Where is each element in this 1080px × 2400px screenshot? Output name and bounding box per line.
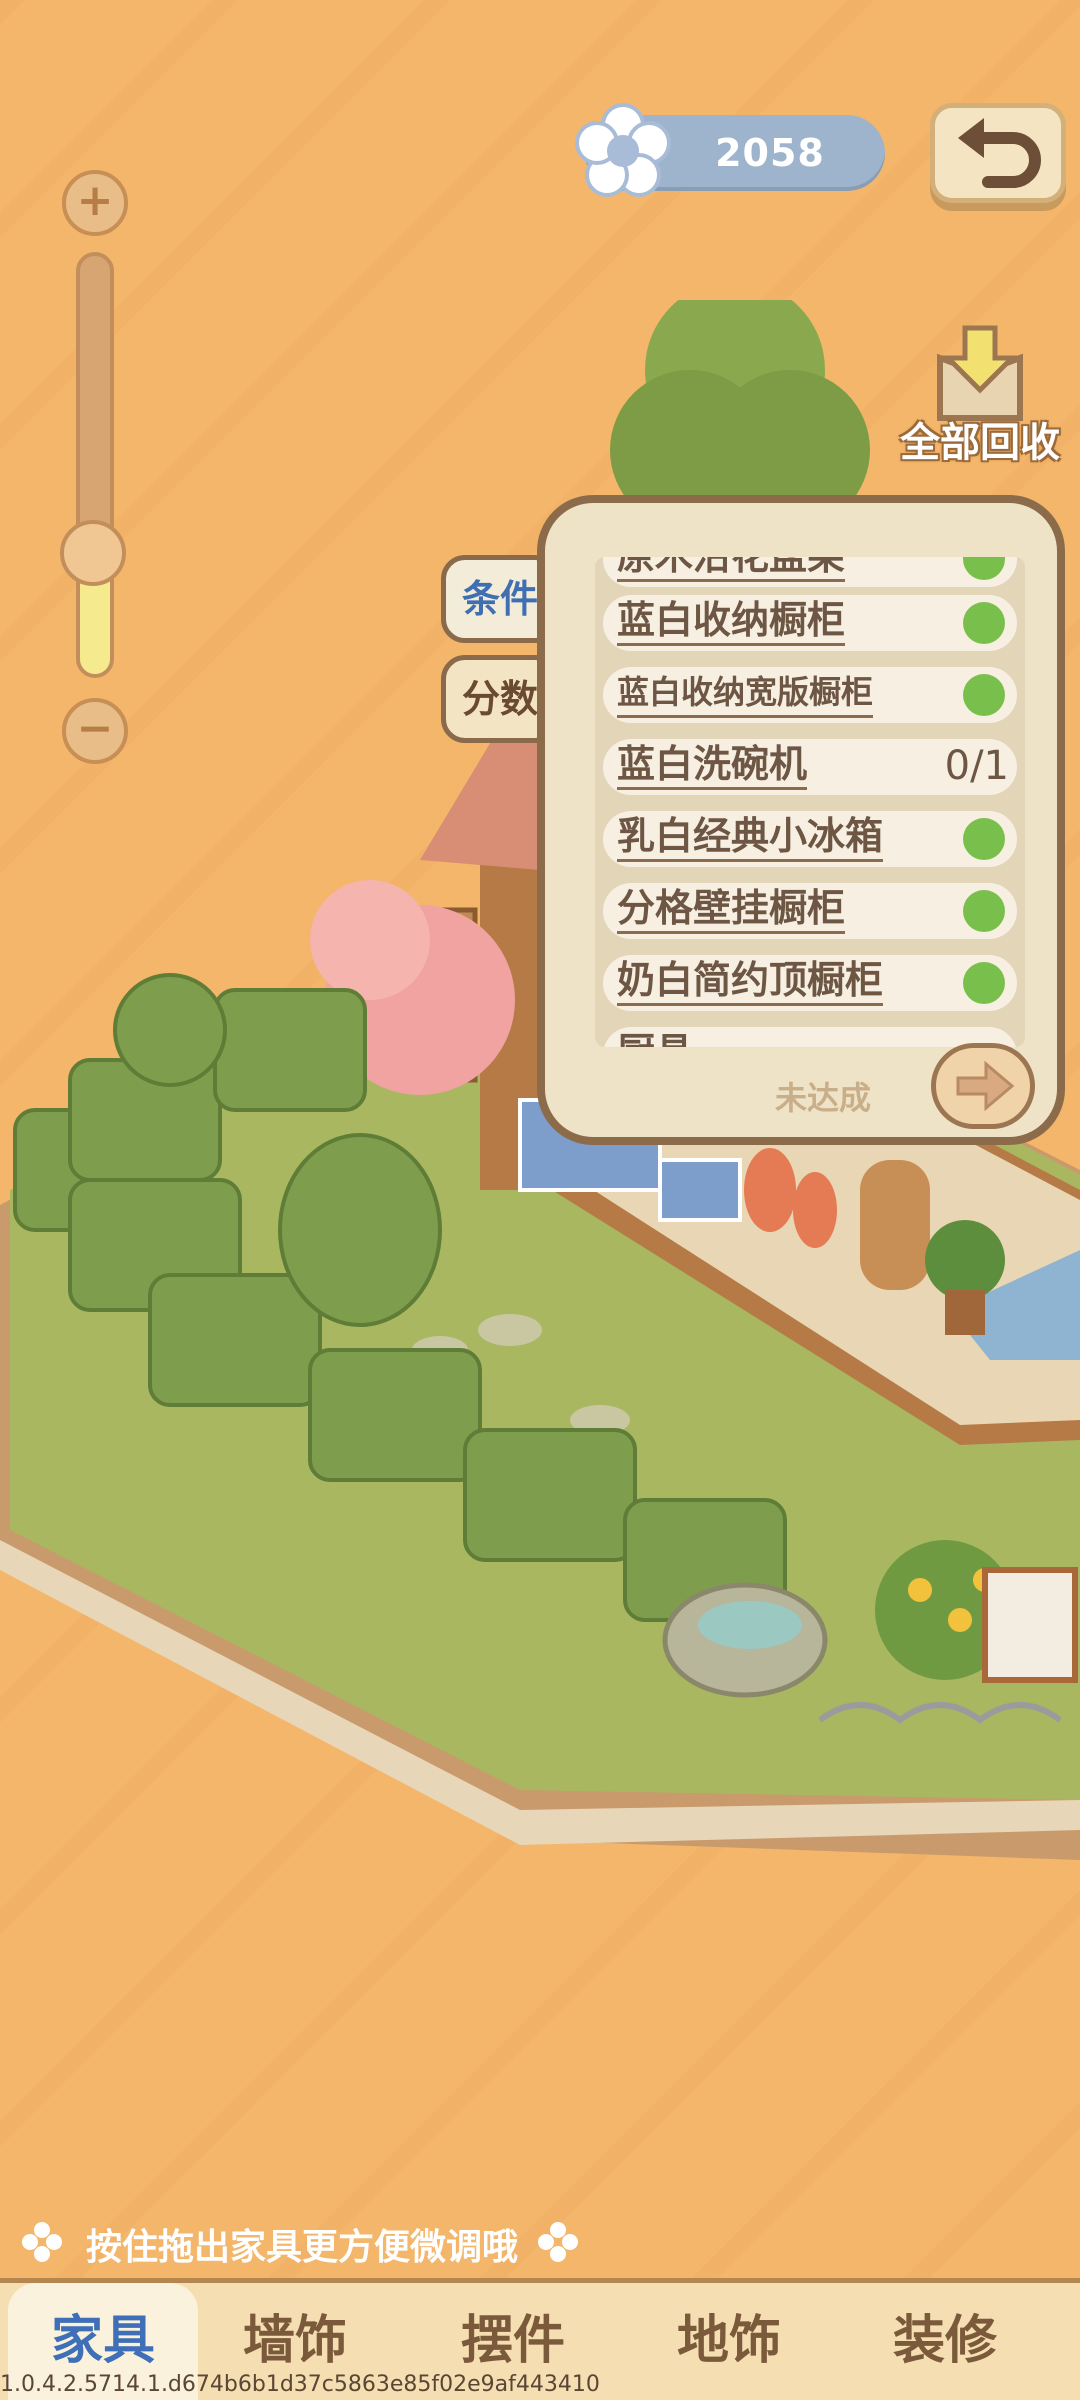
list-item: 分格壁挂橱柜 (603, 883, 1017, 939)
version-string: 1.0.4.2.5714.1.d674b6b1d37c5863e85f02e9a… (0, 2372, 600, 2397)
item-name: 蓝白收纳橱柜 (617, 597, 846, 646)
list-item: 奶白简约顶橱柜 (603, 955, 1017, 1011)
zoom-in-button[interactable]: + (62, 170, 128, 236)
list-item: 蓝白洗碗机 0/1 (603, 739, 1017, 795)
tab-renovation[interactable]: 装修 (850, 2283, 1040, 2400)
clover-icon (538, 2222, 578, 2262)
hedge (463, 1428, 637, 1562)
plant-pot (945, 1290, 985, 1335)
check-icon (963, 890, 1005, 932)
hint-text: 按住拖出家具更方便微调哦 (86, 2227, 519, 2268)
hedge (213, 988, 367, 1112)
tab-floor-decor-label: 地饰 (676, 2311, 781, 2371)
list-item: 原木沿花盆架 (603, 557, 1017, 587)
dog-topiary (278, 1133, 442, 1327)
wardrobe (860, 1160, 930, 1290)
item-name: 原木沿花盆架 (617, 557, 846, 582)
tab-renovation-label: 装修 (892, 2311, 997, 2371)
recycle-all-label: 全部回收 (900, 420, 1060, 466)
flower (908, 1578, 932, 1602)
minus-icon: − (76, 703, 114, 754)
koi-lamp (744, 1148, 796, 1232)
list-item: 蓝白收纳宽版橱柜 (603, 667, 1017, 723)
conditions-panel: 原木沿花盆架 蓝白收纳橱柜 蓝白收纳宽版橱柜 蓝白洗碗机 0/1 乳白经典小冰箱… (537, 495, 1065, 1145)
well-water (698, 1601, 802, 1649)
item-name: 厨具 (617, 1029, 693, 1047)
tab-furniture-label: 家具 (50, 2311, 155, 2371)
check-icon (963, 962, 1005, 1004)
list-item: 厨具 (603, 1027, 1017, 1047)
item-name: 奶白简约顶橱柜 (617, 957, 884, 1006)
item-progress: 0/1 (944, 743, 1009, 789)
zoom-out-button[interactable]: − (62, 698, 128, 764)
tab-floor-decor[interactable]: 地饰 (634, 2283, 824, 2400)
flower-icon (575, 103, 671, 197)
zoom-slider-thumb[interactable] (60, 520, 126, 586)
tab-conditions-label: 条件 (461, 577, 538, 621)
tab-score-label: 分数 (461, 677, 538, 721)
list-item: 乳白经典小冰箱 (603, 811, 1017, 867)
check-icon (963, 602, 1005, 644)
recycle-all-button[interactable]: 全部回收 (880, 318, 1080, 468)
potted-plant (925, 1220, 1005, 1300)
currency-display: 2058 (575, 103, 885, 197)
tab-wall-decor-label: 墙饰 (242, 2311, 347, 2371)
bear-topiary (113, 973, 227, 1087)
zoom-slider-track[interactable] (76, 252, 114, 678)
pink-tree (310, 880, 430, 1000)
item-name: 乳白经典小冰箱 (617, 813, 884, 862)
koi-lamp (793, 1172, 837, 1248)
stepping-stone (478, 1314, 542, 1346)
undo-icon (958, 118, 1041, 188)
check-icon (963, 818, 1005, 860)
list-item: 蓝白收纳橱柜 (603, 595, 1017, 651)
item-name: 蓝白收纳宽版橱柜 (617, 669, 874, 718)
item-name: 分格壁挂橱柜 (617, 885, 846, 934)
blue-cabinet (658, 1158, 742, 1222)
check-icon (963, 557, 1005, 580)
hedge (148, 1273, 322, 1407)
check-icon (963, 674, 1005, 716)
flower (948, 1608, 972, 1632)
item-name: 蓝白洗碗机 (617, 741, 808, 790)
go-button[interactable] (931, 1043, 1035, 1129)
requirements-list[interactable]: 原木沿花盆架 蓝白收纳橱柜 蓝白收纳宽版橱柜 蓝白洗碗机 0/1 乳白经典小冰箱… (595, 557, 1025, 1047)
arrow-right-icon (956, 1060, 1015, 1112)
clover-icon (22, 2222, 62, 2262)
currency-amount: 2058 (715, 131, 825, 175)
undo-button[interactable] (930, 103, 1066, 203)
hedge (308, 1348, 482, 1482)
plus-icon: + (76, 175, 114, 226)
painting-easel (982, 1567, 1078, 1683)
status-label: 未达成 (775, 1079, 872, 1117)
tab-ornaments-label: 摆件 (460, 2311, 565, 2371)
